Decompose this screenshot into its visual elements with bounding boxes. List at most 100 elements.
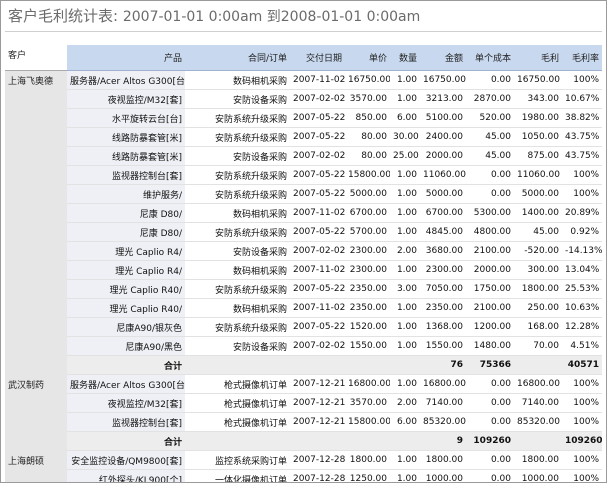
gross-profit-cell: 16800.00 — [514, 374, 562, 394]
margin-cell: 100% — [562, 184, 602, 204]
header-unit-price[interactable]: 单价 — [345, 45, 390, 71]
product-cell: 理光 Caplio R4/ — [67, 260, 185, 280]
subtotal-spacer — [390, 355, 420, 375]
margin-cell: 100% — [562, 412, 602, 432]
unit-price-cell: 5000.00 — [345, 184, 390, 204]
amount-cell: 1800.00 — [420, 450, 466, 470]
table-row[interactable]: 上海飞奥德 服务器/Acer Altos G300[台] 数码相机采购 2007-11… — [5, 70, 602, 375]
subtotal-contract — [185, 431, 290, 451]
delivery-date-cell: 2007-12-21 — [290, 393, 345, 413]
header-customer[interactable]: 客户 — [5, 45, 67, 71]
unit-cost-cell: 1480.00 — [466, 336, 514, 356]
quantity-cell: 1.00 — [390, 165, 420, 185]
gross-profit-cell: 343.00 — [514, 89, 562, 109]
header-contract[interactable]: 合同/订单 — [185, 45, 290, 71]
contract-cell: 数码相机采购 — [185, 70, 290, 90]
table-row[interactable]: 理光 Caplio R4/安防设备采购 2007-02-02 2300.00 2.00… — [5, 241, 602, 261]
product-cell: 尼康 D80/ — [67, 203, 185, 223]
table-row[interactable]: 理光 Caplio R40/数码相机采购 2007-11-02 2350.00 1.0… — [5, 298, 602, 318]
unit-price-cell: 6700.00 — [345, 203, 390, 223]
unit-cost-cell: 2000.00 — [466, 260, 514, 280]
product-cell: 水平旋转云台[台] — [67, 108, 185, 128]
header-product[interactable]: 产品 — [67, 45, 185, 71]
header-unit-cost[interactable]: 单个成本 — [466, 45, 514, 71]
product-cell: 理光 Caplio R40/ — [67, 298, 185, 318]
table-row[interactable]: 维护服务/安防系统升级采购 2007-05-22 5000.00 1.00 5000.0… — [5, 184, 602, 204]
header-gross-profit[interactable]: 毛利 — [514, 45, 562, 71]
contract-cell: 安防系统升级采购 — [185, 108, 290, 128]
table-row[interactable]: 夜视监控/M32[套] 安防设备采购 2007-02-02 3570.00 1.00 32… — [5, 89, 602, 109]
margin-cell: 100% — [562, 450, 602, 470]
header-quantity[interactable]: 数量 — [390, 45, 420, 71]
margin-cell: 20.89% — [562, 203, 602, 223]
delivery-date-cell: 2007-05-22 — [290, 165, 345, 185]
table-row[interactable]: 尼康A90/银灰色 安防系统升级采购 2007-05-22 1520.00 1.00 13… — [5, 317, 602, 337]
amount-cell: 2400.00 — [420, 127, 466, 147]
unit-cost-cell: 4800.00 — [466, 222, 514, 242]
delivery-date-cell: 2007-05-22 — [290, 108, 345, 128]
subtotal-quantity: 9 — [420, 431, 466, 451]
table-row[interactable]: 夜视监控/M32[套] 枪式摄像机订单 2007-12-21 3570.00 2.00 7… — [5, 393, 602, 413]
amount-cell: 3213.00 — [420, 89, 466, 109]
header-amount[interactable]: 金额 — [420, 45, 466, 71]
unit-price-cell: 2300.00 — [345, 241, 390, 261]
table-row[interactable]: 红外探头/KL900[个] 一体化摄像机订单 2007-12-28 1250.00 1.… — [5, 469, 602, 482]
quantity-cell: 2.00 — [390, 393, 420, 413]
unit-price-cell: 2300.00 — [345, 260, 390, 280]
margin-cell: 12.28% — [562, 317, 602, 337]
header-margin[interactable]: 毛利率 — [562, 45, 602, 71]
amount-cell: 5100.00 — [420, 108, 466, 128]
table-row[interactable]: 理光 Caplio R40/安防系统升级采购 2007-05-22 2350.00 3… — [5, 279, 602, 299]
margin-cell: 4.51% — [562, 336, 602, 356]
product-cell: 线路防暴套管[米] — [67, 146, 185, 166]
product-cell: 服务器/Acer Altos G300[台] — [67, 374, 185, 394]
quantity-cell: 25.00 — [390, 146, 420, 166]
table-header: 客户 产品 合同/订单 交付日期 单价 数量 金额 单个成本 毛利 毛利率 — [5, 45, 602, 71]
margin-cell: 43.75% — [562, 146, 602, 166]
unit-cost-cell: 2100.00 — [466, 241, 514, 261]
delivery-date-cell: 2007-11-02 — [290, 203, 345, 223]
contract-cell: 安防系统升级采购 — [185, 222, 290, 242]
table-row[interactable]: 上海朗硕 安全监控设备/QM9800[套] 监控系统采购订单 2007-12-28 18… — [5, 450, 602, 482]
table-row[interactable]: 尼康 D80/数码相机采购 2007-11-02 6700.00 1.00 6700.0… — [5, 203, 602, 223]
subtotal-price — [345, 355, 390, 375]
delivery-date-cell: 2007-11-02 — [290, 298, 345, 318]
quantity-cell: 1.00 — [390, 317, 420, 337]
unit-cost-cell: 1200.00 — [466, 317, 514, 337]
amount-cell: 7140.00 — [420, 393, 466, 413]
subtotal-profit: 40571 — [562, 355, 602, 375]
report-date-range: 2007-01-01 0:00am 到2008-01-01 0:00am — [122, 9, 421, 25]
table-row[interactable]: 尼康 D80/安防系统升级采购 2007-05-22 5700.00 1.00 4845… — [5, 222, 602, 242]
delivery-date-cell: 2007-12-28 — [290, 450, 345, 470]
unit-cost-cell: 0.00 — [466, 184, 514, 204]
contract-cell: 安防系统升级采购 — [185, 279, 290, 299]
gross-profit-cell: 16750.00 — [514, 70, 562, 90]
table-row[interactable]: 监视器控制台[套] 枪式摄像机订单 2007-12-21 15800.00 6.00 85… — [5, 412, 602, 432]
gross-profit-cell: 11060.00 — [514, 165, 562, 185]
quantity-cell: 1.00 — [390, 336, 420, 356]
quantity-cell: 6.00 — [390, 412, 420, 432]
customer-cell: 武汉制药 — [5, 374, 67, 451]
amount-cell: 6700.00 — [420, 203, 466, 223]
header-delivery-date[interactable]: 交付日期 — [290, 45, 345, 71]
contract-cell: 枪式摄像机订单 — [185, 374, 290, 394]
subtotal-date — [290, 431, 345, 451]
table-row[interactable]: 尼康A90/黑色 安防设备采购 2007-02-02 1550.00 1.00 1550.… — [5, 336, 602, 356]
table-row[interactable]: 线路防暴套管[米] 安防设备采购 2007-02-02 80.00 25.00 2000.… — [5, 146, 602, 166]
table-row[interactable]: 监视器控制台[套] 安防系统升级采购 2007-05-22 15800.00 1.00 1… — [5, 165, 602, 185]
quantity-cell: 1.00 — [390, 260, 420, 280]
gross-profit-cell: 168.00 — [514, 317, 562, 337]
unit-price-cell: 1250.00 — [345, 469, 390, 482]
product-cell: 尼康 D80/ — [67, 222, 185, 242]
subtotal-cost — [514, 355, 562, 375]
delivery-date-cell: 2007-11-02 — [290, 260, 345, 280]
unit-cost-cell: 45.00 — [466, 127, 514, 147]
delivery-date-cell: 2007-02-02 — [290, 146, 345, 166]
table-row[interactable]: 理光 Caplio R4/数码相机采购 2007-11-02 2300.00 1.00… — [5, 260, 602, 280]
table-row[interactable]: 线路防暴套管[米] 安防系统升级采购 2007-05-22 80.00 30.00 240… — [5, 127, 602, 147]
amount-cell: 2300.00 — [420, 260, 466, 280]
table-row[interactable]: 水平旋转云台[台] 安防系统升级采购 2007-05-22 850.00 6.00 510… — [5, 108, 602, 128]
delivery-date-cell: 2007-11-02 — [290, 70, 345, 90]
gross-profit-cell: 70.00 — [514, 336, 562, 356]
table-row[interactable]: 武汉制药 服务器/Acer Altos G300[台] 枪式摄像机订单 2007-12… — [5, 374, 602, 451]
